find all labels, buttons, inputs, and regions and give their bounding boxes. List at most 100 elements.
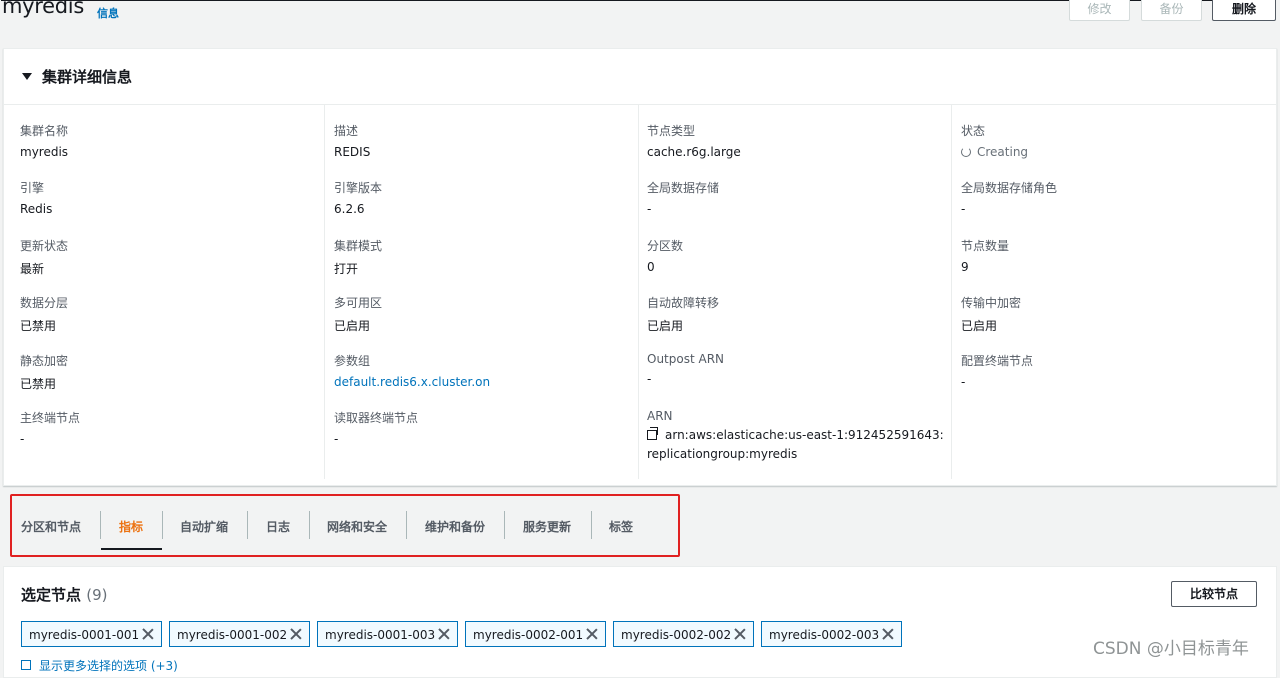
tab-metrics[interactable]: 指标: [119, 518, 143, 535]
tab-divider: [247, 511, 248, 539]
field-description: 描述 REDIS: [334, 122, 370, 159]
field-label: 集群名称: [20, 124, 69, 138]
field-value: 0: [647, 260, 655, 274]
field-value: -: [647, 202, 652, 216]
field-value: -: [334, 432, 339, 446]
field-engine: 引擎 Redis: [20, 179, 52, 216]
divider: [4, 104, 1276, 105]
token-label: myredis-0001-001: [29, 628, 140, 642]
tab-maintenance-backup[interactable]: 维护和备份: [425, 518, 485, 535]
close-icon[interactable]: [438, 628, 450, 640]
field-value: -: [961, 375, 966, 389]
tab-logs[interactable]: 日志: [266, 518, 290, 535]
tab-divider: [504, 511, 505, 539]
selected-nodes-title: 选定节点 (9): [21, 584, 108, 605]
token-label: myredis-0002-003: [769, 628, 880, 642]
field-node-type: 节点类型 cache.r6g.large: [647, 122, 741, 159]
field-label: 全局数据存储角色: [961, 181, 1058, 195]
field-label: 引擎: [20, 181, 45, 195]
tab-tags[interactable]: 标签: [609, 518, 633, 535]
node-token: myredis-0002-002: [613, 621, 754, 647]
node-token: myredis-0001-002: [169, 621, 310, 647]
section-title: 集群详细信息: [42, 68, 133, 86]
cluster-details-toggle[interactable]: 集群详细信息: [22, 66, 132, 87]
field-shard-count: 分区数 0: [647, 237, 683, 274]
token-label: myredis-0002-001: [473, 628, 584, 642]
field-global-datastore: 全局数据存储 -: [647, 179, 719, 216]
selected-nodes-panel: 选定节点 (9) 比较节点 myredis-0001-001 myredis-0…: [3, 566, 1277, 678]
arn-text: arn:aws:elasticache:us-east-1:9124525916…: [647, 428, 944, 461]
field-label: 静态加密: [20, 354, 69, 368]
node-token: myredis-0002-001: [465, 621, 606, 647]
field-value: myredis: [20, 145, 69, 159]
field-in-transit-encryption: 传输中加密 已启用: [961, 294, 1021, 334]
show-more-options-link[interactable]: 显示更多选择的选项 (+3): [21, 657, 178, 674]
tab-divider: [406, 511, 407, 539]
compare-nodes-button[interactable]: 比较节点: [1171, 581, 1257, 607]
field-label: 描述: [334, 124, 359, 138]
tab-network-security[interactable]: 网络和安全: [327, 518, 387, 535]
field-value: 已禁用: [20, 319, 57, 333]
copy-icon[interactable]: [647, 427, 658, 440]
field-label: 分区数: [647, 239, 684, 253]
backup-button[interactable]: 备份: [1141, 0, 1202, 21]
field-value: 已启用: [334, 319, 371, 333]
field-label: 自动故障转移: [647, 296, 720, 310]
field-multi-az: 多可用区 已启用: [334, 294, 382, 334]
field-value: 6.2.6: [334, 202, 365, 216]
tab-partitions-nodes[interactable]: 分区和节点: [21, 518, 81, 535]
field-label: 参数组: [334, 354, 371, 368]
field-value: -: [20, 432, 25, 446]
field-global-datastore-role: 全局数据存储角色 -: [961, 179, 1057, 216]
tab-divider: [100, 511, 101, 539]
field-label: 数据分层: [20, 296, 69, 310]
field-label: 节点类型: [647, 124, 696, 138]
field-value: -: [647, 372, 652, 386]
close-icon[interactable]: [586, 628, 598, 640]
caret-down-icon: [22, 73, 32, 80]
field-value: 已禁用: [20, 377, 57, 391]
loading-spinner-icon: [961, 147, 971, 157]
arn-value: arn:aws:elasticache:us-east-1:9124525916…: [647, 426, 947, 464]
field-label: 多可用区: [334, 296, 383, 310]
close-icon[interactable]: [142, 628, 154, 640]
watermark: CSDN @小目标青年: [1093, 639, 1249, 659]
node-token: myredis-0001-001: [21, 621, 162, 647]
token-label: myredis-0002-002: [621, 628, 732, 642]
field-parameter-group: 参数组 default.redis6.x.cluster.on: [334, 352, 490, 389]
close-icon[interactable]: [734, 628, 746, 640]
field-outpost-arn: Outpost ARN -: [647, 352, 724, 386]
field-label: 全局数据存储: [647, 181, 720, 195]
field-value: 9: [961, 260, 969, 274]
column-divider: [638, 105, 639, 479]
column-divider: [951, 105, 952, 479]
field-primary-endpoint: 主终端节点 -: [20, 409, 80, 446]
show-more-label: 显示更多选择的选项 (+3): [39, 659, 178, 673]
parameter-group-link[interactable]: default.redis6.x.cluster.on: [334, 375, 490, 389]
field-update-status: 更新状态 最新: [20, 237, 68, 277]
node-count: (9): [86, 586, 108, 604]
field-label: 配置终端节点: [961, 354, 1034, 368]
field-label: 节点数量: [961, 239, 1010, 253]
active-tab-indicator: [101, 548, 162, 550]
expand-icon: [21, 660, 31, 670]
tab-auto-scaling[interactable]: 自动扩缩: [180, 518, 228, 535]
info-link[interactable]: 信息: [97, 5, 119, 21]
field-cluster-name: 集群名称 myredis: [20, 122, 68, 159]
page-title: myredis: [2, 0, 84, 18]
field-label: 状态: [961, 124, 986, 138]
field-label: 主终端节点: [20, 411, 81, 425]
page-header: myredis 信息 修改 备份 删除: [0, 0, 1280, 30]
tab-service-updates[interactable]: 服务更新: [523, 518, 571, 535]
field-value: 打开: [334, 262, 359, 276]
close-icon[interactable]: [290, 628, 302, 640]
edit-button[interactable]: 修改: [1069, 0, 1130, 21]
field-value: Redis: [20, 202, 53, 216]
column-divider: [324, 105, 325, 479]
field-value: 最新: [20, 262, 45, 276]
field-value: 已启用: [647, 319, 684, 333]
field-label: 引擎版本: [334, 181, 383, 195]
delete-button[interactable]: 删除: [1212, 0, 1276, 21]
field-arn: ARN arn:aws:elasticache:us-east-1:912452…: [647, 409, 947, 464]
close-icon[interactable]: [882, 628, 894, 640]
